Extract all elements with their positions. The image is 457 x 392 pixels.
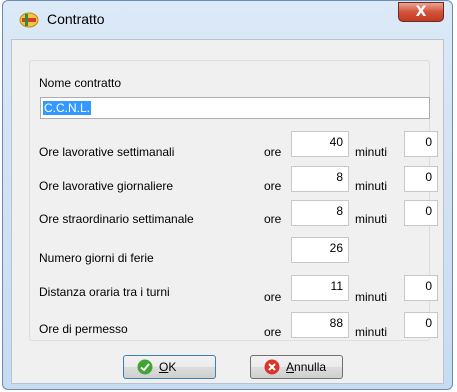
ore-label: ore (264, 179, 282, 193)
row-label: Ore lavorative giornaliere (39, 179, 174, 193)
app-icon (19, 12, 39, 28)
window-title: Contratto (47, 11, 105, 27)
minuti-field[interactable]: 0 (404, 200, 438, 226)
nome-contratto-label: Nome contratto (39, 76, 122, 90)
ore-field[interactable]: 8 (291, 200, 349, 226)
contratto-dialog: Contratto X Nome contratto C.C.N.L. Ore … (2, 0, 453, 390)
ore-field[interactable]: 40 (291, 131, 349, 157)
cancel-icon (264, 359, 280, 375)
nome-contratto-value: C.C.N.L. (43, 101, 92, 115)
minuti-label: minuti (355, 290, 388, 304)
row-label: Numero giorni di ferie (39, 251, 154, 265)
ore-field[interactable]: 8 (291, 166, 349, 192)
check-icon (137, 359, 153, 375)
ore-label: ore (264, 290, 282, 304)
ore-label: ore (264, 325, 282, 339)
close-icon: X (415, 4, 427, 20)
ore-label: ore (264, 212, 282, 226)
ore-field[interactable]: 11 (291, 275, 349, 301)
row-label: Distanza oraria tra i turni (39, 285, 170, 299)
ore-label: ore (264, 145, 282, 159)
nome-contratto-input[interactable]: C.C.N.L. (40, 97, 430, 119)
minuti-label: minuti (355, 212, 388, 226)
ok-label: OK (159, 360, 177, 374)
row-label: Ore di permesso (39, 322, 128, 336)
cancel-label: Annulla (286, 360, 327, 374)
dialog-body: Nome contratto C.C.N.L. Ore lavorative s… (11, 39, 444, 384)
close-button[interactable]: X (398, 2, 444, 22)
ferie-field[interactable]: 26 (291, 237, 349, 263)
minuti-label: minuti (355, 325, 388, 339)
minuti-label: minuti (355, 179, 388, 193)
cancel-button[interactable]: Annulla (250, 355, 343, 379)
minuti-field[interactable]: 0 (404, 166, 438, 192)
minuti-field[interactable]: 0 (404, 275, 438, 301)
minuti-label: minuti (355, 145, 388, 159)
minuti-field[interactable]: 0 (404, 312, 438, 338)
row-label: Ore straordinario settimanale (39, 212, 194, 226)
row-label: Ore lavorative settimanali (39, 145, 175, 159)
ore-field[interactable]: 88 (291, 312, 349, 338)
ok-button[interactable]: OK (123, 355, 216, 379)
title-bar: Contratto X (3, 1, 452, 39)
minuti-field[interactable]: 0 (404, 131, 438, 157)
